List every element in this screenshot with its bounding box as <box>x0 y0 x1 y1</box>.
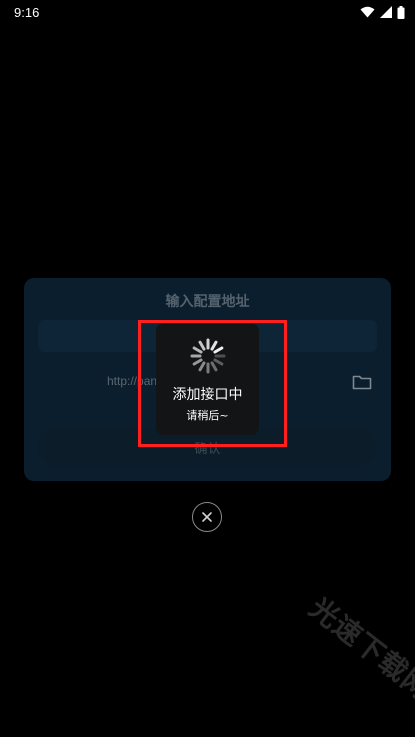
dialog-title: 输入配置地址 <box>165 294 250 310</box>
status-icons <box>360 5 405 19</box>
watermark: 光速下载网 <box>303 591 415 707</box>
close-icon <box>202 512 212 522</box>
close-button[interactable] <box>192 502 222 532</box>
highlight-box <box>138 320 287 447</box>
status-bar: 9:16 <box>0 0 415 24</box>
battery-icon <box>397 5 405 19</box>
wifi-icon <box>360 6 375 18</box>
status-time: 9:16 <box>14 4 40 20</box>
folder-icon[interactable] <box>352 374 372 390</box>
signal-icon <box>380 6 392 18</box>
